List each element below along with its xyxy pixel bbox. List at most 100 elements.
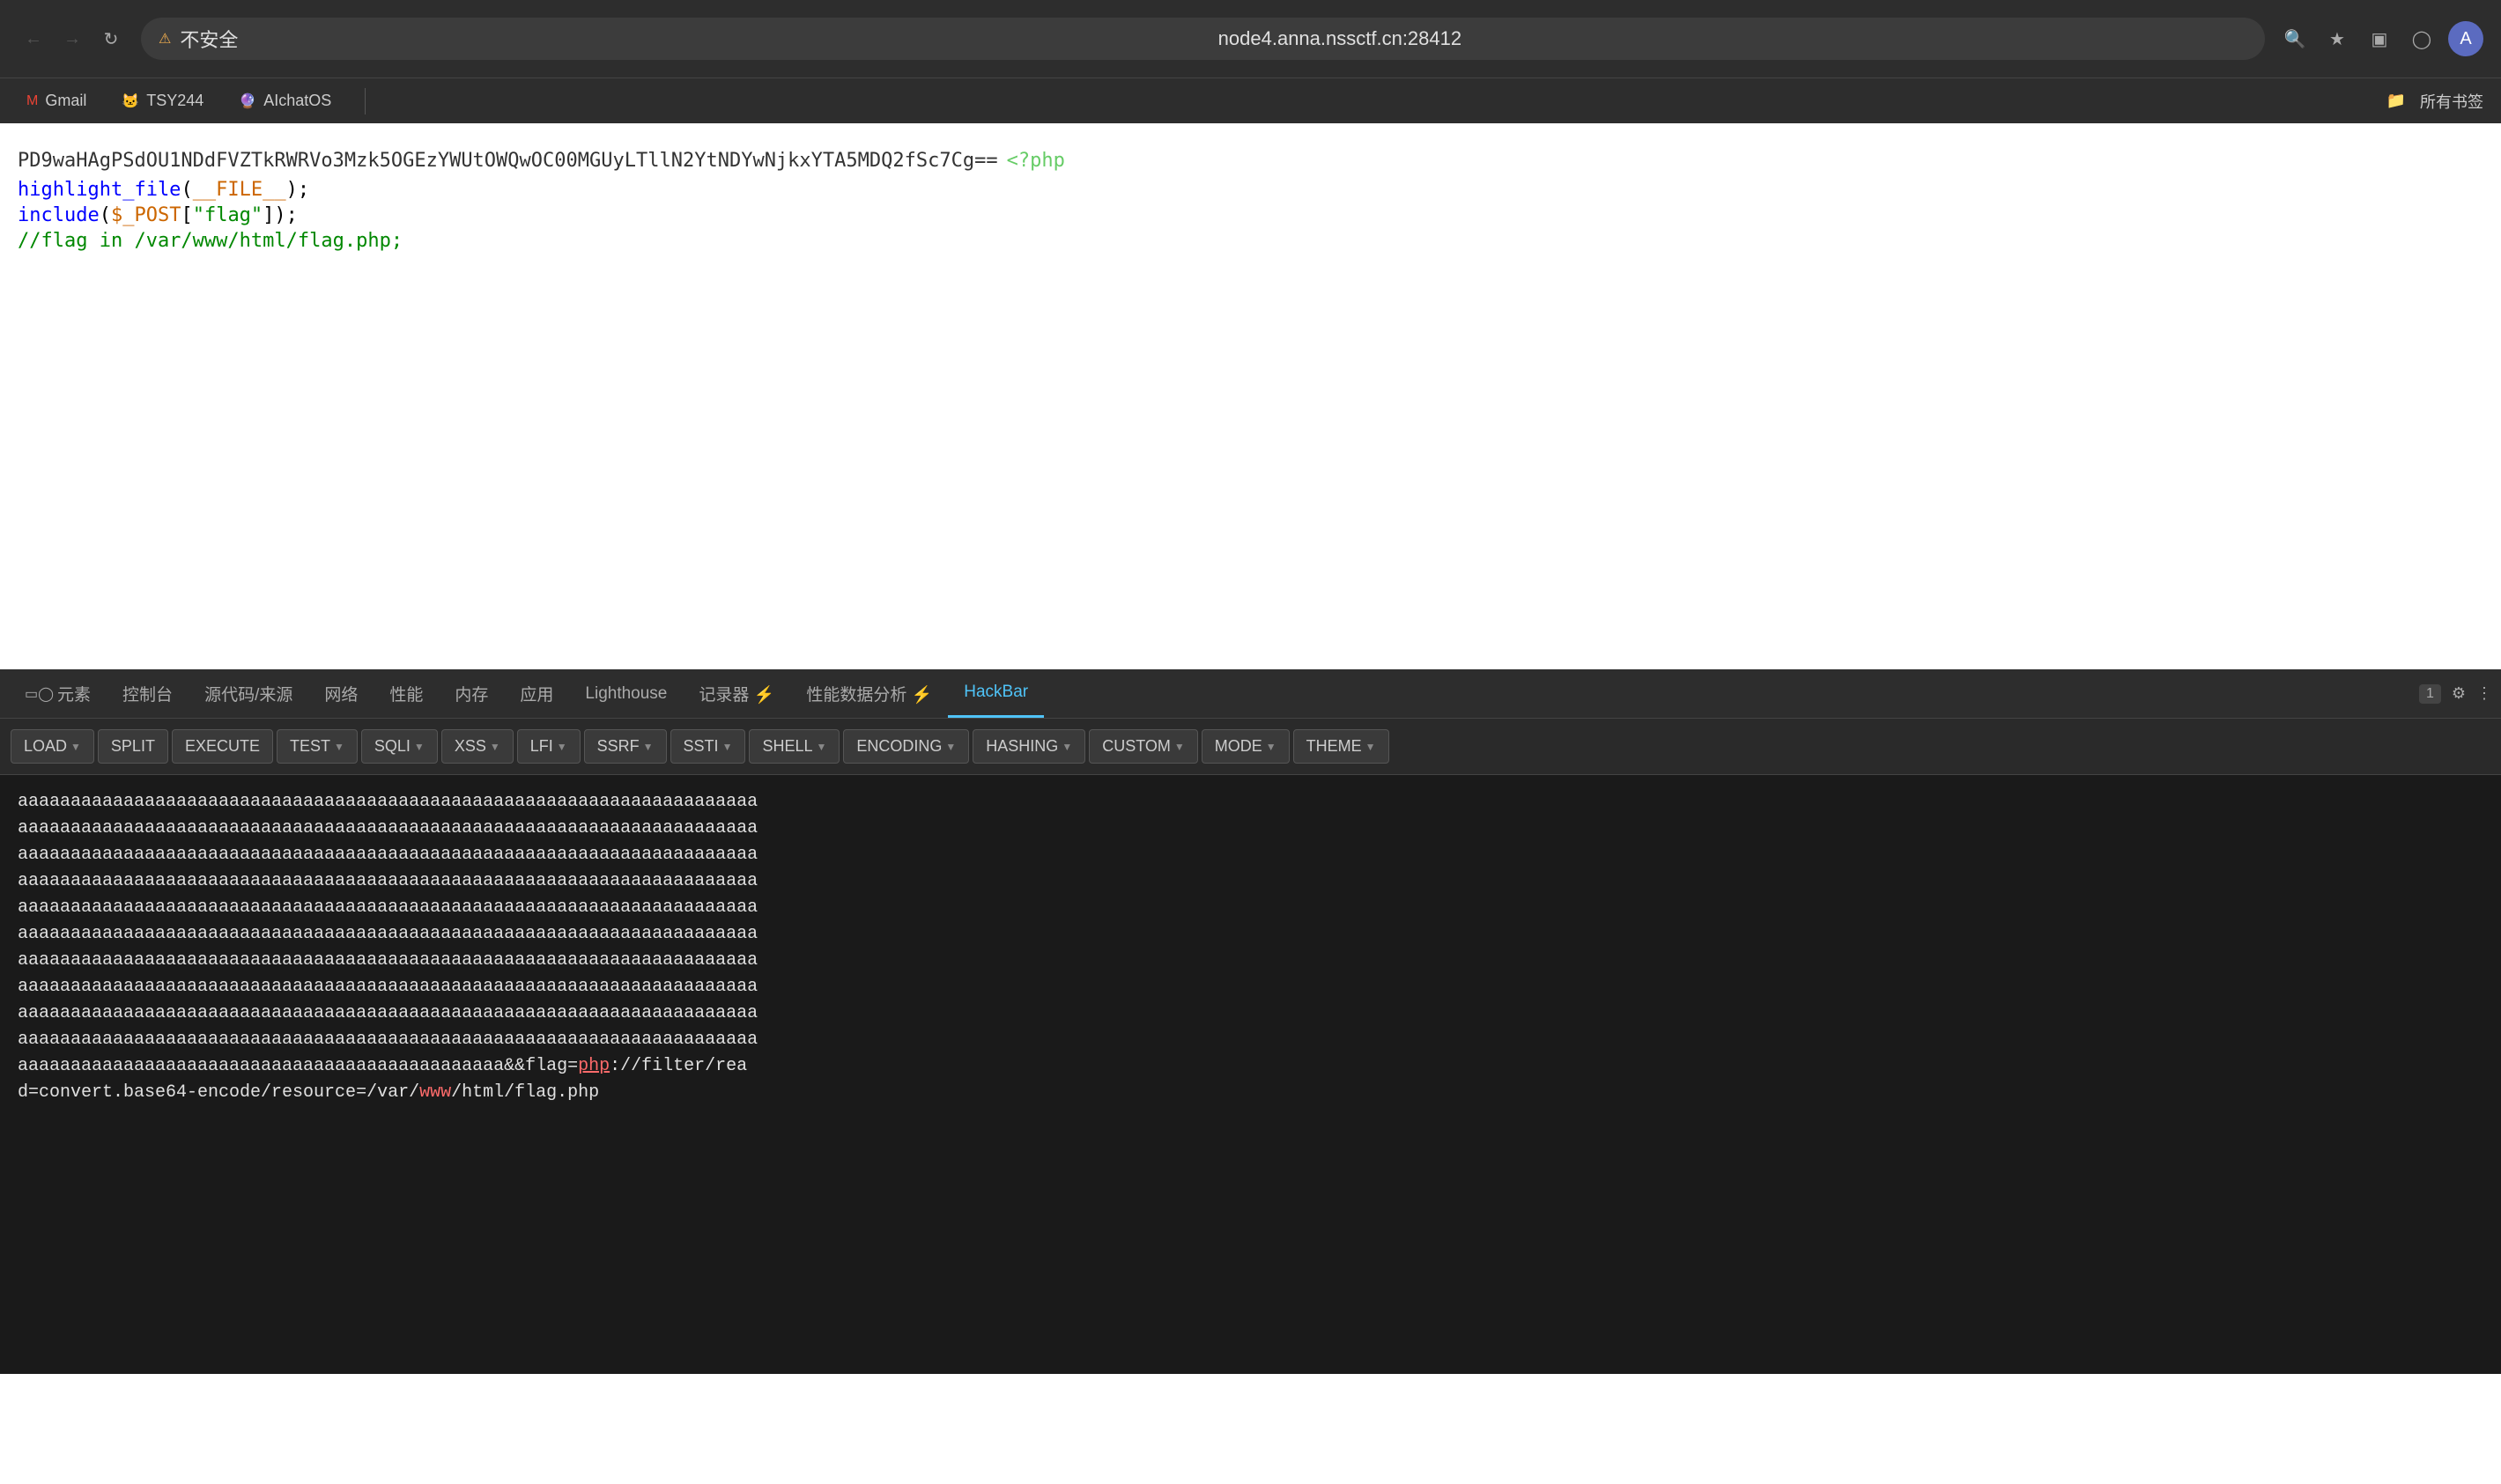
- terminal-line: aaaaaaaaaaaaaaaaaaaaaaaaaaaaaaaaaaaaaaaa…: [18, 1027, 2483, 1053]
- tab-hackbar[interactable]: HackBar: [948, 669, 1044, 718]
- ssti-button[interactable]: SSTI ▼: [670, 729, 746, 764]
- split-button[interactable]: SPLIT: [98, 729, 168, 764]
- test-button[interactable]: TEST ▼: [277, 729, 358, 764]
- hackbar-content: aaaaaaaaaaaaaaaaaaaaaaaaaaaaaaaaaaaaaaaa…: [0, 775, 2501, 1374]
- tab-console[interactable]: 控制台: [107, 669, 189, 718]
- back-button[interactable]: ←: [18, 23, 49, 55]
- settings-icon[interactable]: ⚙: [2452, 684, 2466, 703]
- bookmark-star[interactable]: ★: [2321, 23, 2353, 55]
- paren-close: );: [286, 179, 310, 201]
- browser-actions: 🔍 ★ ▣ ◯ A: [2279, 21, 2483, 56]
- load-button[interactable]: LOAD ▼: [11, 729, 94, 764]
- bookmarks-bar: M Gmail 🐱 TSY244 🔮 AIchatOS 📁 所有书签: [0, 78, 2501, 123]
- code-line-1: highlight_file(__FILE__);: [18, 179, 2483, 201]
- tab-count-badge: 1: [2419, 684, 2441, 704]
- bookmark-gmail[interactable]: M Gmail: [18, 88, 95, 114]
- post-var: $_POST: [111, 204, 181, 226]
- tab-recorder[interactable]: 记录器 ⚡: [683, 669, 790, 718]
- lfi-label: LFI: [530, 737, 553, 756]
- bracket-close: ]);: [263, 204, 298, 226]
- shell-button[interactable]: SHELL ▼: [749, 729, 840, 764]
- shell-arrow: ▼: [817, 741, 827, 753]
- reload-button[interactable]: ↻: [95, 23, 127, 55]
- xss-button[interactable]: XSS ▼: [441, 729, 514, 764]
- address-bar[interactable]: ⚠ 不安全 node4.anna.nssctf.cn:28412: [141, 18, 2265, 60]
- bookmark-separator: [365, 88, 366, 114]
- shell-label: SHELL: [762, 737, 812, 756]
- www-highlight: www: [419, 1082, 451, 1103]
- terminal-line: aaaaaaaaaaaaaaaaaaaaaaaaaaaaaaaaaaaaaaaa…: [18, 816, 2483, 842]
- execute-button[interactable]: EXECUTE: [172, 729, 273, 764]
- sqli-button[interactable]: SQLI ▼: [361, 729, 438, 764]
- tab-memory-label: 内存: [455, 682, 488, 705]
- aichat-icon: 🔮: [239, 92, 256, 110]
- tab-elements[interactable]: ▭◯ 元素: [9, 669, 107, 718]
- php-highlight: php: [578, 1056, 610, 1076]
- encoding-label: ENCODING: [856, 737, 942, 756]
- profile-button[interactable]: A: [2448, 21, 2483, 56]
- encoding-arrow: ▼: [945, 741, 956, 753]
- sqli-label: SQLI: [374, 737, 411, 756]
- devtools-tabs: ▭◯ 元素 控制台 源代码/来源 网络 性能 内存 应用 Lighthouse …: [0, 669, 2501, 719]
- include-args: (: [100, 204, 111, 226]
- terminal-line: aaaaaaaaaaaaaaaaaaaaaaaaaaaaaaaaaaaaaaaa…: [18, 842, 2483, 868]
- zoom-button[interactable]: 🔍: [2279, 23, 2311, 55]
- terminal-line: aaaaaaaaaaaaaaaaaaaaaaaaaaaaaaaaaaaaaaaa…: [18, 895, 2483, 921]
- tab-network[interactable]: 网络: [308, 669, 374, 718]
- tab-application-label: 应用: [520, 682, 553, 705]
- tab-recorder-label: 记录器 ⚡: [699, 682, 774, 705]
- gmail-icon: M: [26, 93, 38, 109]
- sidebar-button[interactable]: ◯: [2406, 23, 2438, 55]
- folder-icon: 📁: [2386, 92, 2406, 110]
- theme-arrow: ▼: [1365, 741, 1376, 753]
- tab-performance[interactable]: 性能: [374, 669, 439, 718]
- lfi-arrow: ▼: [557, 741, 567, 753]
- comment-text: //flag in /var/www/html/flag.php;: [18, 230, 403, 252]
- file-constant: __FILE__: [193, 179, 286, 201]
- security-icon: ⚠: [159, 30, 171, 48]
- theme-button[interactable]: THEME ▼: [1293, 729, 1389, 764]
- split-label: SPLIT: [111, 737, 155, 756]
- more-icon[interactable]: ⋮: [2476, 684, 2492, 703]
- tab-sources[interactable]: 源代码/来源: [189, 669, 308, 718]
- nav-buttons: ← → ↻: [18, 23, 127, 55]
- bookmark-aichat-label: AIchatOS: [263, 92, 331, 110]
- tab-lighthouse[interactable]: Lighthouse: [569, 669, 683, 718]
- tab-network-label: 网络: [324, 682, 358, 705]
- tab-perf-insights[interactable]: 性能数据分析 ⚡: [790, 669, 948, 718]
- theme-label: THEME: [1306, 737, 1362, 756]
- terminal-line: aaaaaaaaaaaaaaaaaaaaaaaaaaaaaaaaaaaaaaaa…: [18, 921, 2483, 948]
- mode-button[interactable]: MODE ▼: [1202, 729, 1290, 764]
- custom-button[interactable]: CUSTOM ▼: [1089, 729, 1198, 764]
- hackbar-toolbar: LOAD ▼ SPLIT EXECUTE TEST ▼ SQLI ▼ XSS ▼…: [0, 719, 2501, 775]
- all-bookmarks-label: 所有书签: [2420, 90, 2483, 113]
- flag-string: "flag": [193, 204, 263, 226]
- xss-label: XSS: [455, 737, 486, 756]
- terminal-line: aaaaaaaaaaaaaaaaaaaaaaaaaaaaaaaaaaaaaaaa…: [18, 868, 2483, 895]
- bookmark-tsy244-label: TSY244: [146, 92, 203, 110]
- lfi-button[interactable]: LFI ▼: [517, 729, 581, 764]
- encoding-button[interactable]: ENCODING ▼: [843, 729, 969, 764]
- custom-arrow: ▼: [1174, 741, 1185, 753]
- ssti-arrow: ▼: [722, 741, 733, 753]
- page-header: PD9waHAgPSdOU1NDdFVZTkRWRVo3Mzk5OGEzYWUt…: [18, 150, 2483, 172]
- screenshot-button[interactable]: ▣: [2364, 23, 2395, 55]
- xss-arrow: ▼: [490, 741, 500, 753]
- hashing-button[interactable]: HASHING ▼: [973, 729, 1085, 764]
- include-func: include: [18, 204, 100, 226]
- bookmark-tsy244[interactable]: 🐱 TSY244: [113, 88, 212, 114]
- tab-elements-label: 元素: [57, 682, 91, 705]
- bracket-open: [: [181, 204, 192, 226]
- forward-button[interactable]: →: [56, 23, 88, 55]
- tab-memory[interactable]: 内存: [439, 669, 504, 718]
- bookmark-aichat[interactable]: 🔮 AIchatOS: [230, 88, 340, 114]
- tab-sources-label: 源代码/来源: [204, 682, 292, 705]
- bookmark-gmail-label: Gmail: [45, 92, 86, 110]
- hashing-arrow: ▼: [1062, 741, 1072, 753]
- terminal-line: aaaaaaaaaaaaaaaaaaaaaaaaaaaaaaaaaaaaaaaa…: [18, 948, 2483, 974]
- ssrf-button[interactable]: SSRF ▼: [584, 729, 667, 764]
- terminal-line-highlight-1: aaaaaaaaaaaaaaaaaaaaaaaaaaaaaaaaaaaaaaaa…: [18, 1053, 2483, 1080]
- load-label: LOAD: [24, 737, 67, 756]
- tab-application[interactable]: 应用: [504, 669, 569, 718]
- test-arrow: ▼: [334, 741, 344, 753]
